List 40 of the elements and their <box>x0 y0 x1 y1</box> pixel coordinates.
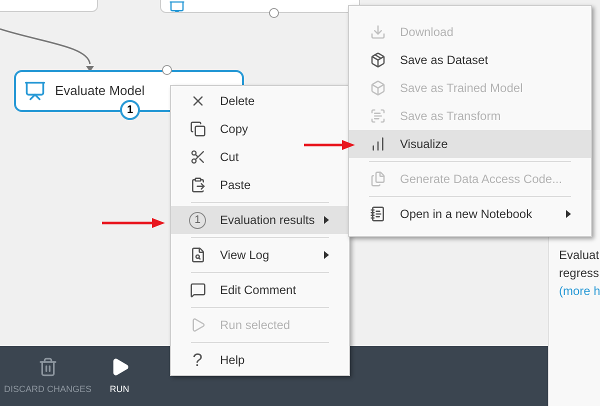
notebook-icon <box>370 206 386 222</box>
log-search-icon <box>190 247 206 263</box>
menu-item[interactable]: Save as Dataset <box>349 46 591 74</box>
menu-item[interactable]: Paste <box>171 171 349 199</box>
output-port-badge[interactable]: 1 <box>120 100 140 120</box>
menu-item[interactable]: ? Help <box>171 346 349 374</box>
scissors-icon <box>190 149 206 165</box>
menu-item[interactable]: Copy <box>171 115 349 143</box>
pointer-arrow <box>304 139 356 151</box>
module-title: Evaluate Model <box>55 82 145 100</box>
trash-icon <box>38 357 58 377</box>
toolbar-button[interactable]: RUN <box>110 357 130 396</box>
menu-item[interactable]: Open in a new Notebook <box>349 200 591 228</box>
description-text: regress <box>559 265 600 282</box>
output-port[interactable] <box>269 8 279 18</box>
input-port[interactable] <box>162 65 172 75</box>
dataset-icon <box>370 52 386 68</box>
menu-item[interactable]: 1 Evaluation results <box>171 206 349 234</box>
submenu-arrow-icon <box>566 210 571 218</box>
play-icon <box>190 317 206 333</box>
paste-icon <box>190 177 206 193</box>
transform-icon <box>370 108 386 124</box>
menu-item[interactable]: Visualize <box>349 130 591 158</box>
menu-item[interactable]: Cut <box>171 143 349 171</box>
submenu-arrow-icon <box>324 251 329 259</box>
menu-item[interactable]: View Log <box>171 241 349 269</box>
download-icon <box>370 24 386 40</box>
pointer-arrow <box>102 217 166 229</box>
description-text: Evaluat <box>559 247 600 264</box>
circled-number-icon: 1 <box>189 212 206 228</box>
copy-icon <box>190 121 206 137</box>
monitor-icon <box>169 0 185 12</box>
bar-chart-icon <box>370 136 386 152</box>
submenu-arrow-icon <box>324 216 329 224</box>
comment-icon <box>190 282 206 298</box>
menu-item[interactable]: Edit Comment <box>171 276 349 304</box>
copy-icon <box>370 171 386 187</box>
cube-icon <box>370 80 386 96</box>
question-mark-icon: ? <box>189 346 206 374</box>
monitor-icon <box>24 80 46 102</box>
